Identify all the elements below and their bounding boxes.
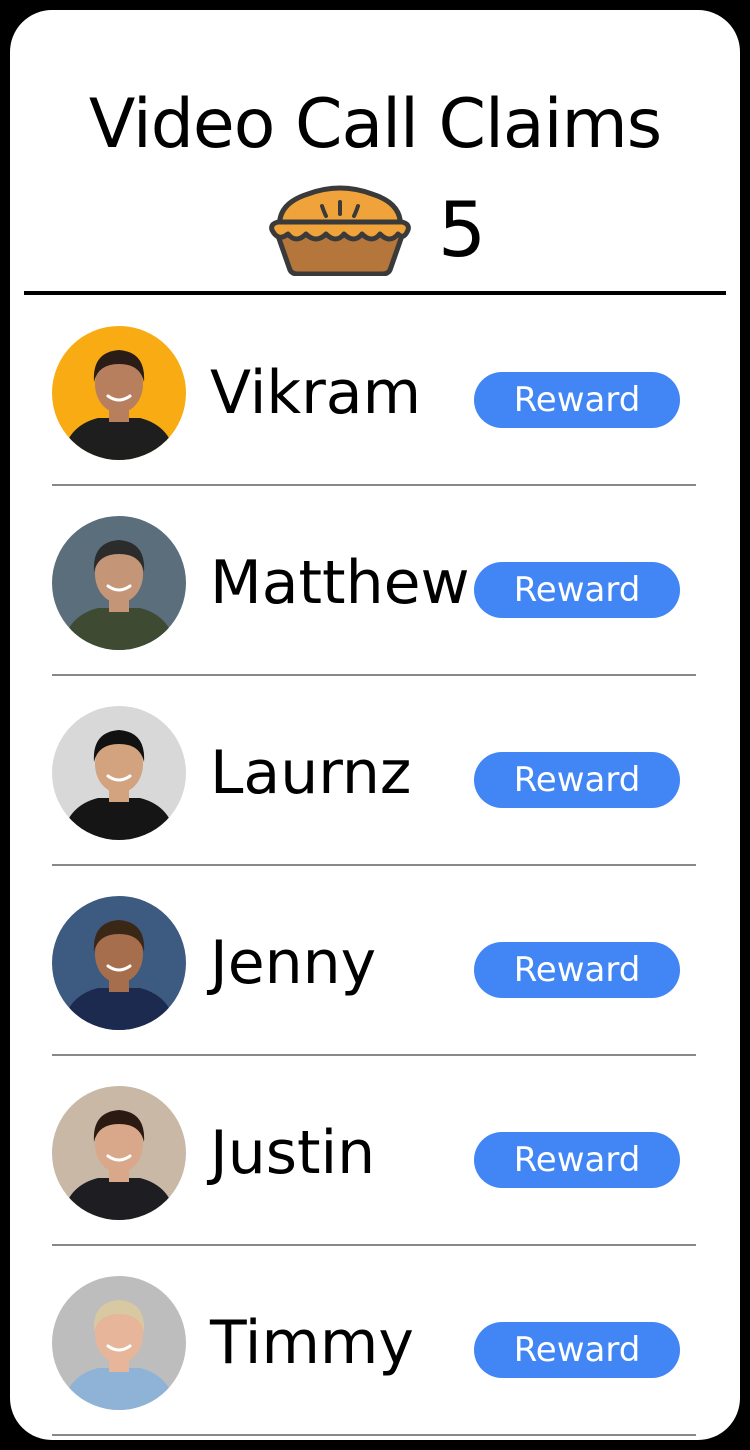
person-name: Timmy <box>210 1308 414 1378</box>
person-name: Laurnz <box>210 738 412 808</box>
list-item: Vikram Reward <box>10 296 740 486</box>
avatar <box>52 706 186 840</box>
reward-button[interactable]: Reward <box>474 752 680 808</box>
avatar <box>52 1276 186 1410</box>
avatar <box>52 516 186 650</box>
header: Video Call Claims 5 <box>10 10 740 300</box>
reward-button[interactable]: Reward <box>474 942 680 998</box>
person-portrait <box>52 706 186 840</box>
list-item: Matthew Reward <box>10 486 740 676</box>
list-item: Timmy Reward <box>10 1246 740 1436</box>
pie-icon <box>268 185 411 276</box>
avatar <box>52 896 186 1030</box>
reward-button[interactable]: Reward <box>474 1322 680 1378</box>
list-item: Jenny Reward <box>10 866 740 1056</box>
row-divider <box>52 1434 696 1436</box>
person-name: Jenny <box>210 928 377 998</box>
person-portrait <box>52 326 186 460</box>
person-name: Justin <box>210 1118 376 1188</box>
claims-counter: 5 <box>10 185 740 276</box>
claims-count: 5 <box>437 185 487 274</box>
video-call-claims-card: Video Call Claims 5 Vikram Reward Matthe… <box>0 0 750 1450</box>
avatar <box>52 326 186 460</box>
person-portrait <box>52 516 186 650</box>
person-portrait <box>52 1086 186 1220</box>
reward-button[interactable]: Reward <box>474 562 680 618</box>
person-name: Matthew <box>210 548 470 618</box>
avatar <box>52 1086 186 1220</box>
person-portrait <box>52 1276 186 1410</box>
header-divider <box>24 291 726 295</box>
person-name: Vikram <box>210 358 422 428</box>
list-item: Justin Reward <box>10 1056 740 1246</box>
page-title: Video Call Claims <box>88 85 662 164</box>
person-portrait <box>52 896 186 1030</box>
list-item: Laurnz Reward <box>10 676 740 866</box>
reward-button[interactable]: Reward <box>474 1132 680 1188</box>
people-list: Vikram Reward Matthew Reward Laurnz Rewa… <box>10 296 740 1436</box>
reward-button[interactable]: Reward <box>474 372 680 428</box>
